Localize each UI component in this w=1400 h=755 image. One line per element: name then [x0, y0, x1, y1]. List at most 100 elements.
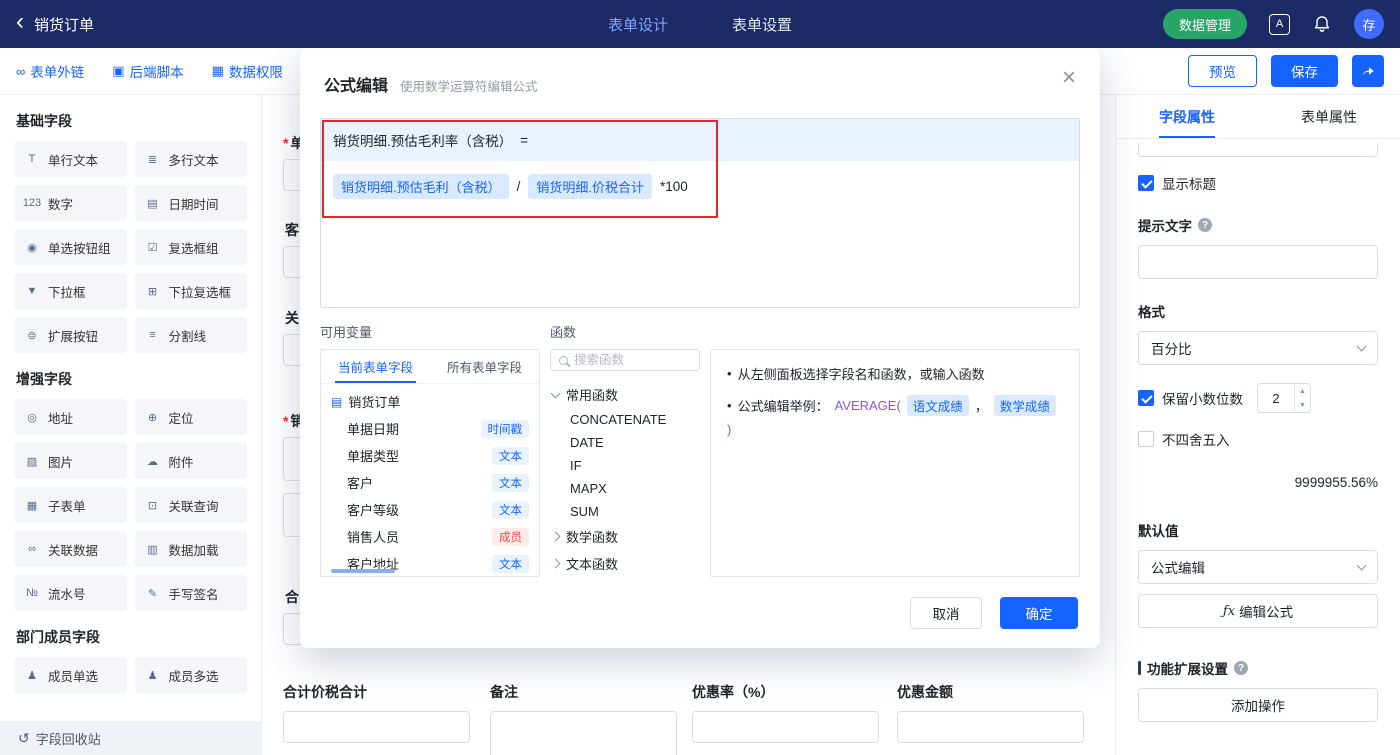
preview-button[interactable]: 预览	[1188, 55, 1257, 87]
function-token: )	[727, 422, 732, 437]
share-button[interactable]	[1352, 55, 1384, 87]
title-input[interactable]	[1138, 143, 1378, 157]
function-item[interactable]: DATE	[550, 431, 700, 454]
palette-item[interactable]: ⊞ 下拉复选框	[134, 273, 247, 309]
field-type-icon: ▤	[147, 197, 158, 210]
scrollbar-thumb[interactable]	[331, 569, 395, 573]
field-chip[interactable]: 销货明细.预估毛利（含税）	[333, 174, 509, 199]
palette-item[interactable]: ♟ 成员多选	[134, 657, 247, 693]
palette-item[interactable]: ▼ 下拉框	[14, 273, 127, 309]
form-root-node[interactable]: ▤ 销货订单	[321, 384, 539, 415]
default-value-select[interactable]: 公式编辑	[1138, 550, 1378, 584]
tab-field-properties[interactable]: 字段属性	[1116, 95, 1258, 138]
help-icon[interactable]: ?	[1198, 218, 1212, 232]
canvas-field-label: 合	[285, 589, 299, 605]
palette-item[interactable]: ⊕ 定位	[134, 399, 247, 435]
form-external-link[interactable]: ∞ 表单外链	[16, 61, 84, 81]
no-rounding-checkbox[interactable]: 不四舍五入	[1138, 429, 1378, 449]
backend-script-link[interactable]: ▣ 后端脚本	[112, 61, 183, 81]
canvas-field-input[interactable]	[897, 711, 1084, 743]
palette-item[interactable]: ⊡ 关联查询	[134, 487, 247, 523]
stepper-up-icon[interactable]: ▲	[1295, 384, 1310, 398]
palette-item[interactable]: 123 数字	[14, 185, 127, 221]
variable-item[interactable]: 销售人员 成员	[321, 523, 539, 550]
palette-item[interactable]: ☑ 复选框组	[134, 229, 247, 265]
notification-icon[interactable]	[1312, 14, 1332, 34]
data-manage-button[interactable]: 数据管理	[1162, 9, 1247, 39]
variable-item[interactable]: 单据类型 文本	[321, 442, 539, 469]
member-icon: ♟	[27, 669, 37, 682]
chevron-down-icon	[550, 388, 561, 398]
link-label: 数据权限	[228, 65, 283, 80]
checkbox-checked-icon[interactable]	[1138, 390, 1154, 406]
add-action-button[interactable]: 添加操作	[1138, 688, 1378, 722]
function-item[interactable]: SUM	[550, 500, 700, 523]
section-title: 部门成员字段	[16, 629, 100, 645]
function-search-box[interactable]	[550, 349, 700, 371]
modal-title: 公式编辑	[324, 78, 389, 95]
data-permission-link[interactable]: ▦ 数据权限	[212, 61, 283, 81]
function-group[interactable]: 文本函数	[550, 550, 700, 577]
save-button[interactable]: 保存	[1271, 55, 1338, 87]
language-icon[interactable]: A	[1269, 13, 1290, 35]
palette-item[interactable]: ⊜ 扩展按钮	[14, 317, 127, 353]
palette-item[interactable]: № 流水号	[14, 575, 127, 611]
cancel-button[interactable]: 取消	[910, 597, 982, 629]
function-item[interactable]: IF	[550, 454, 700, 477]
palette-item[interactable]: ✎ 手写签名	[134, 575, 247, 611]
back-icon[interactable]: ‹	[16, 10, 24, 34]
tab-all-form-fields[interactable]: 所有表单字段	[430, 350, 539, 383]
field-chip[interactable]: 销货明细.价税合计	[528, 174, 653, 199]
canvas-field-input[interactable]	[692, 711, 879, 743]
field-type-icon: ≣	[147, 153, 158, 166]
function-item[interactable]: CONCATENATE	[550, 408, 700, 431]
palette-item[interactable]: T 单行文本	[14, 141, 127, 177]
stepper-down-icon[interactable]: ▼	[1295, 398, 1310, 412]
palette-item[interactable]: ◎ 地址	[14, 399, 127, 435]
function-token: AVERAGE(	[834, 398, 901, 413]
palette-item[interactable]: ♟ 成员单选	[14, 657, 127, 693]
field-type-icon: ▨	[26, 455, 38, 468]
function-item[interactable]: MAPX	[550, 477, 700, 500]
show-title-checkbox[interactable]: 显示标题	[1138, 173, 1378, 193]
search-icon	[559, 355, 568, 365]
link-icon: ∞	[16, 63, 26, 79]
variable-item[interactable]: 客户等级 文本	[321, 496, 539, 523]
palette-item[interactable]: ▤ 日期时间	[134, 185, 247, 221]
decimal-stepper[interactable]: 2 ▲ ▼	[1257, 383, 1311, 413]
palette-item[interactable]: ◉ 单选按钮组	[14, 229, 127, 265]
tab-form-settings[interactable]: 表单设置	[732, 14, 792, 35]
field-type-icon: ⊜	[27, 329, 37, 342]
variable-item[interactable]: 单据日期 时间戳	[321, 415, 539, 442]
palette-item[interactable]: ≣ 多行文本	[134, 141, 247, 177]
help-icon[interactable]: ?	[1234, 661, 1248, 675]
palette-item[interactable]: ≡ 分割线	[134, 317, 247, 353]
tab-form-design[interactable]: 表单设计	[608, 14, 668, 35]
edit-formula-button[interactable]: ƒx 编辑公式	[1138, 594, 1378, 628]
palette-item[interactable]: ∞ 关联数据	[14, 531, 127, 567]
canvas-field-label: 备注	[490, 684, 518, 700]
avatar[interactable]: 存	[1354, 9, 1384, 39]
canvas-field-input[interactable]	[283, 711, 470, 743]
format-select[interactable]: 百分比	[1138, 331, 1378, 365]
function-group[interactable]: 数学函数	[550, 523, 700, 550]
palette-item[interactable]: ▦ 子表单	[14, 487, 127, 523]
canvas-field-input[interactable]	[490, 711, 677, 755]
function-group[interactable]: 常用函数	[550, 381, 700, 408]
palette-item[interactable]: ▥ 数据加载	[134, 531, 247, 567]
format-preview-value: 9999955.56%	[1294, 475, 1378, 490]
palette-item[interactable]: ☁ 附件	[134, 443, 247, 479]
palette-item[interactable]: ▨ 图片	[14, 443, 127, 479]
chevron-down-icon	[1356, 341, 1367, 352]
link-label: 后端脚本	[129, 65, 184, 80]
tab-current-form-fields[interactable]: 当前表单字段	[321, 350, 430, 383]
tab-form-properties[interactable]: 表单属性	[1258, 95, 1400, 138]
hint-input[interactable]	[1138, 245, 1378, 279]
variable-item[interactable]: 客户 文本	[321, 469, 539, 496]
confirm-button[interactable]: 确定	[1000, 597, 1078, 629]
close-icon[interactable]: ×	[1062, 66, 1076, 90]
formula-editor-area[interactable]: 销货明细.预估毛利率（含税） = 销货明细.预估毛利（含税） / 销货明细.价税…	[320, 118, 1080, 308]
type-tag: 文本	[492, 446, 529, 465]
function-search-input[interactable]	[574, 353, 691, 367]
recycle-bin[interactable]: ↺ 字段回收站	[0, 721, 261, 755]
